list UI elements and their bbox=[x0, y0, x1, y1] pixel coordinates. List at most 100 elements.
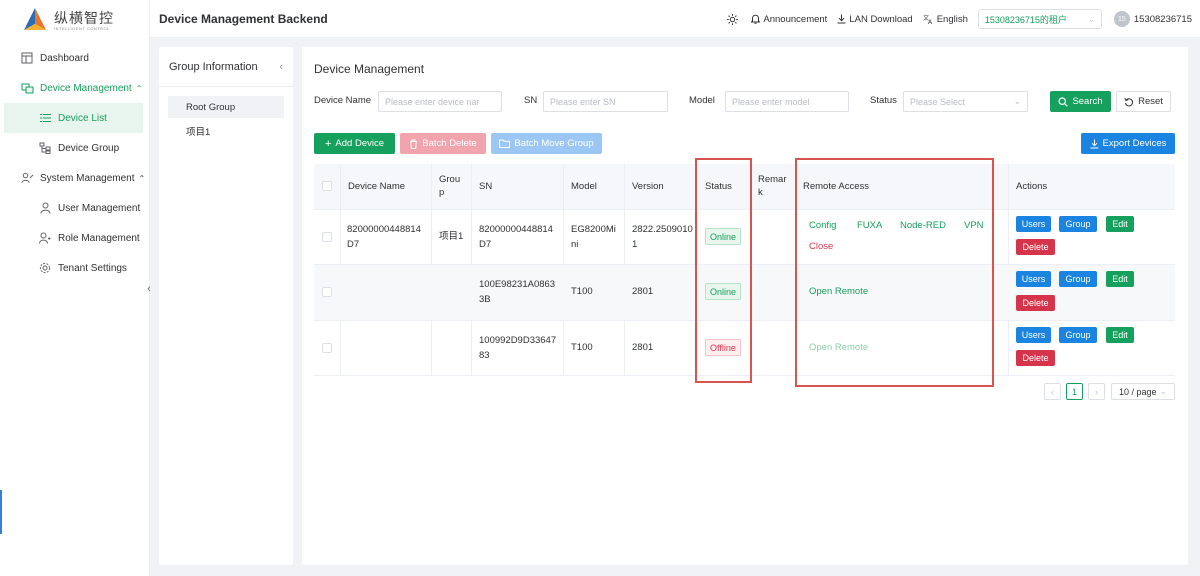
sidebar-item-user-management[interactable]: User Management bbox=[0, 193, 149, 223]
select-all-checkbox[interactable] bbox=[322, 181, 332, 191]
batch-move-group-button[interactable]: Batch Move Group bbox=[491, 133, 602, 154]
sidebar-item-tenant-settings[interactable]: Tenant Settings bbox=[0, 253, 149, 283]
search-button[interactable]: Search bbox=[1050, 91, 1111, 112]
section-title: Device Management bbox=[314, 62, 425, 76]
lan-download-link[interactable]: LAN Download bbox=[837, 13, 913, 25]
row-checkbox[interactable] bbox=[322, 287, 332, 297]
delete-button[interactable]: Delete bbox=[1016, 239, 1055, 255]
export-devices-button[interactable]: Export Devices bbox=[1081, 133, 1175, 154]
collapse-sidebar-icon[interactable]: ‹ bbox=[143, 282, 155, 296]
reset-button[interactable]: Reset bbox=[1116, 91, 1171, 112]
group-button[interactable]: Group bbox=[1059, 327, 1097, 343]
row-checkbox[interactable] bbox=[322, 232, 332, 242]
cell-version: 2801 bbox=[632, 286, 654, 297]
sidebar-item-label: Device List bbox=[58, 112, 107, 124]
lan-download-label: LAN Download bbox=[849, 13, 913, 25]
cell-sn: 100E98231A08633B bbox=[479, 279, 556, 305]
batch-delete-button[interactable]: Batch Delete bbox=[400, 133, 486, 154]
device-name-input[interactable]: Please enter device nar bbox=[378, 91, 502, 112]
group-button[interactable]: Group bbox=[1059, 271, 1097, 287]
download-icon bbox=[837, 14, 846, 24]
col-version[interactable]: Version bbox=[632, 180, 664, 193]
language-label: English bbox=[936, 13, 968, 25]
batch-delete-label: Batch Delete bbox=[422, 138, 477, 149]
group-item-root[interactable]: Root Group bbox=[168, 96, 284, 118]
users-button[interactable]: Users bbox=[1016, 216, 1051, 232]
brand-name: 纵横智控 bbox=[54, 9, 114, 26]
add-device-button[interactable]: + Add Device bbox=[314, 133, 395, 154]
group-tree-icon bbox=[38, 141, 52, 155]
list-icon bbox=[38, 111, 52, 125]
tenant-select[interactable]: 15308236715的租户 ⌄ bbox=[977, 9, 1102, 29]
col-remark[interactable]: Remar k bbox=[758, 173, 788, 199]
translate-icon: 文A bbox=[923, 14, 933, 24]
cell-model: EG8200Mini bbox=[571, 224, 616, 250]
trash-icon bbox=[410, 139, 418, 149]
sun-icon bbox=[727, 13, 739, 25]
search-icon bbox=[1058, 96, 1069, 107]
status-select[interactable]: Please Select ⌄ bbox=[903, 91, 1028, 112]
cell-model: T100 bbox=[571, 286, 593, 297]
sidebar-item-label: System Management bbox=[40, 172, 135, 184]
delete-button[interactable]: Delete bbox=[1016, 295, 1055, 311]
chevron-down-icon: ⌄ bbox=[1088, 14, 1095, 24]
device-name-label: Device Name bbox=[314, 95, 372, 106]
announcement-link[interactable]: Announcement bbox=[751, 14, 827, 25]
sn-input[interactable]: Please enter SN bbox=[543, 91, 668, 112]
cell-version: 2822.25090101 bbox=[632, 224, 693, 250]
model-input[interactable]: Please enter model bbox=[725, 91, 849, 112]
page-size-select[interactable]: 10 / page ⌄ bbox=[1111, 383, 1175, 400]
cell-device-name: 82000000448814D7 bbox=[347, 224, 421, 250]
search-button-label: Search bbox=[1072, 96, 1103, 107]
edit-button[interactable]: Edit bbox=[1106, 271, 1134, 287]
group-panel-header: Group Information ‹ bbox=[159, 47, 293, 87]
edit-button[interactable]: Edit bbox=[1106, 216, 1134, 232]
sidebar-item-system-management[interactable]: System Management ⌃ bbox=[0, 163, 149, 193]
theme-toggle[interactable] bbox=[727, 13, 741, 25]
sidebar-item-dashboard[interactable]: Dashboard bbox=[0, 43, 149, 73]
edit-button[interactable]: Edit bbox=[1106, 327, 1134, 343]
status-column-highlight bbox=[695, 158, 752, 383]
group-button[interactable]: Group bbox=[1059, 216, 1097, 232]
sidebar-item-device-management[interactable]: Device Management ⌃ bbox=[0, 73, 149, 103]
prev-page-button[interactable]: ‹ bbox=[1044, 383, 1061, 400]
download-icon bbox=[1090, 139, 1099, 148]
system-users-icon bbox=[20, 171, 34, 185]
chevron-down-icon: ⌄ bbox=[1013, 96, 1021, 106]
chevron-up-icon: ⌃ bbox=[138, 173, 146, 183]
col-sn[interactable]: SN bbox=[479, 180, 492, 193]
row-checkbox[interactable] bbox=[322, 343, 332, 353]
col-actions[interactable]: Actions bbox=[1016, 180, 1047, 193]
brand-logo[interactable]: 纵横智控 INTELLIGENT CONTROL bbox=[0, 0, 149, 40]
sn-label: SN bbox=[524, 95, 538, 106]
cell-sn: 82000000448814D7 bbox=[479, 224, 553, 250]
cell-version: 2801 bbox=[632, 342, 654, 353]
collapse-group-panel-icon[interactable]: ‹ bbox=[279, 61, 283, 73]
sidebar-item-device-group[interactable]: Device Group bbox=[0, 133, 149, 163]
page-number-current[interactable]: 1 bbox=[1066, 383, 1083, 400]
col-model[interactable]: Model bbox=[571, 180, 597, 193]
users-button[interactable]: Users bbox=[1016, 327, 1051, 343]
sidebar-item-label: Tenant Settings bbox=[58, 262, 127, 274]
dashboard-icon bbox=[20, 51, 34, 65]
gear-icon bbox=[38, 261, 52, 275]
col-device-name[interactable]: Device Name bbox=[348, 180, 405, 193]
language-switch[interactable]: 文A English bbox=[923, 14, 968, 25]
chevron-down-icon: ⌄ bbox=[1159, 386, 1168, 396]
model-label: Model bbox=[689, 95, 715, 106]
delete-button[interactable]: Delete bbox=[1016, 350, 1055, 366]
username[interactable]: 15308236715 bbox=[1134, 14, 1192, 25]
col-group[interactable]: Grou p bbox=[439, 173, 461, 199]
page-title: Device Management Backend bbox=[159, 11, 328, 26]
plus-icon: + bbox=[324, 137, 332, 150]
sidebar: 纵横智控 INTELLIGENT CONTROL Dashboard Devic… bbox=[0, 0, 151, 576]
status-label: Status bbox=[870, 95, 897, 106]
brand-tagline: INTELLIGENT CONTROL bbox=[54, 25, 110, 31]
sidebar-item-role-management[interactable]: Role Management bbox=[0, 223, 149, 253]
sidebar-item-device-list[interactable]: Device List bbox=[4, 103, 143, 133]
users-button[interactable]: Users bbox=[1016, 271, 1051, 287]
next-page-button[interactable]: › bbox=[1088, 383, 1105, 400]
sidebar-item-label: Role Management bbox=[58, 232, 140, 244]
avatar[interactable]: 15 bbox=[1113, 11, 1130, 27]
group-item-project1[interactable]: 项目1 bbox=[168, 120, 284, 142]
